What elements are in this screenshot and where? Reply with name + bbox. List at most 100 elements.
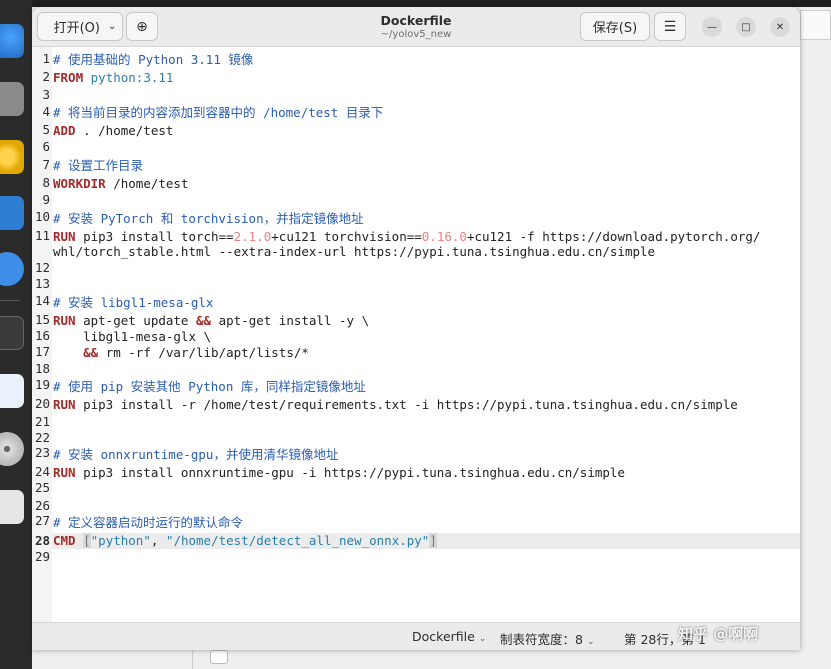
line-number: 15: [34, 312, 50, 327]
code-line: # 将当前目录的内容添加到容器中的 /home/test 目录下: [53, 105, 384, 120]
tab-width-selector[interactable]: 制表符宽度：8 ⌄: [500, 629, 595, 648]
line-number: 9: [42, 192, 50, 207]
open-button[interactable]: 打开(O) ⌄: [37, 12, 123, 41]
operator: &&: [83, 345, 99, 360]
line-number: 13: [34, 276, 50, 291]
line-number: 20: [34, 396, 50, 411]
trash-icon[interactable]: [0, 490, 24, 524]
base-image: python:3.11: [90, 70, 174, 85]
code-line: RUN pip3 install onnxruntime-gpu -i http…: [53, 465, 625, 481]
code-text: +cu121 torchvision==: [271, 229, 422, 244]
line-number: 6: [42, 139, 50, 154]
dock-separator: [0, 300, 20, 301]
new-tab-button[interactable]: ⊕: [126, 12, 158, 41]
keyword: ADD: [53, 123, 76, 138]
line-number: 27: [34, 513, 50, 528]
code-line: # 设置工作目录: [53, 158, 144, 173]
line-number: 11: [34, 228, 50, 243]
line-number: 5: [42, 122, 50, 137]
language-selector[interactable]: Dockerfile ⌄: [412, 629, 486, 644]
chevron-down-icon: ⌄: [586, 637, 595, 647]
code-line: RUN apt-get update && apt-get install -y…: [53, 313, 369, 329]
code-text: pip3 install onnxruntime-gpu -i https://…: [75, 465, 625, 480]
disc-icon[interactable]: [0, 432, 24, 466]
top-bar: [0, 0, 831, 7]
line-number: 25: [34, 480, 50, 495]
code-line-wrapped: whl/torch_stable.html --extra-index-url …: [53, 244, 656, 259]
line-number: 7: [42, 157, 50, 172]
code-line: # 使用基础的 Python 3.11 镜像: [53, 52, 254, 67]
code-text: . /home/test: [75, 123, 174, 138]
dock: [0, 0, 32, 669]
line-number: 3: [42, 87, 50, 102]
bracket-match: ]: [429, 533, 437, 548]
tab-width-label: 制表符宽度：8: [500, 632, 583, 647]
terminal-icon[interactable]: [0, 316, 24, 350]
code-line: # 定义容器启动时运行的默认命令: [53, 515, 244, 530]
writer-icon[interactable]: [0, 196, 24, 230]
background-checkbox: [210, 650, 228, 664]
line-number: 26: [34, 498, 50, 513]
keyword: CMD: [53, 533, 76, 548]
string-literal: "python": [90, 533, 151, 548]
maximize-icon: □: [741, 21, 751, 33]
rhythmbox-icon[interactable]: [0, 140, 24, 174]
close-icon: ✕: [775, 21, 785, 33]
minimize-button[interactable]: —: [702, 17, 722, 37]
window-title: Dockerfile: [380, 13, 452, 28]
minimize-icon: —: [707, 21, 717, 33]
code-line: # 安装 PyTorch 和 torchvision，并指定镜像地址: [53, 211, 364, 226]
window-subtitle: ~/yolov5_new: [380, 29, 452, 40]
code-line: RUN pip3 install -r /home/test/requireme…: [53, 397, 738, 413]
line-number: 19: [34, 377, 50, 392]
code-text: ,: [150, 533, 166, 548]
code-line: # 安装 libgl1-mesa-glx: [53, 295, 214, 310]
keyword: RUN: [53, 465, 76, 480]
thunderbird-icon[interactable]: [0, 24, 24, 58]
line-number: 12: [34, 260, 50, 275]
line-number: 14: [34, 293, 50, 308]
language-label: Dockerfile: [412, 629, 475, 644]
code-line: # 使用 pip 安装其他 Python 库，同样指定镜像地址: [53, 379, 366, 394]
text-editor-icon[interactable]: [0, 374, 24, 408]
code-text: pip3 install torch==: [75, 229, 234, 244]
keyword: FROM: [53, 70, 84, 85]
open-button-label: 打开(O): [53, 21, 100, 36]
line-number: 8: [42, 175, 50, 190]
line-number: 21: [34, 414, 50, 429]
help-icon[interactable]: [0, 252, 24, 286]
header-bar: 打开(O) ⌄ ⊕ Dockerfile ~/yolov5_new 保存(S) …: [32, 7, 800, 47]
files-icon[interactable]: [0, 82, 24, 116]
code-line: ADD . /home/test: [53, 123, 173, 139]
code-text: /home/test: [105, 176, 189, 191]
menu-button[interactable]: ☰: [654, 12, 686, 41]
line-number-current: 28: [34, 533, 50, 548]
code-text: pip3 install -r /home/test/requirements.…: [75, 397, 738, 412]
bracket-match: [: [83, 533, 91, 548]
line-number: 24: [34, 464, 50, 479]
code-editor[interactable]: 1 2 3 4 5 6 7 8 9 10 11 12 13 14 15 16 1…: [32, 47, 800, 622]
chevron-down-icon: ⌄: [108, 21, 117, 32]
maximize-button[interactable]: □: [736, 17, 756, 37]
line-number: 10: [34, 209, 50, 224]
close-button[interactable]: ✕: [770, 17, 790, 37]
line-number: 4: [42, 104, 50, 119]
watermark: 知乎 @啊啊: [678, 625, 759, 643]
code-text: +cu121 -f https://download.pytorch.org/: [466, 229, 761, 244]
string-literal: "/home/test/detect_all_new_onnx.py": [165, 533, 430, 548]
code-line: && rm -rf /var/lib/apt/lists/*: [53, 345, 309, 361]
text-editor-window: 打开(O) ⌄ ⊕ Dockerfile ~/yolov5_new 保存(S) …: [32, 7, 800, 650]
code-text: apt-get install -y \: [211, 313, 370, 328]
version-number: 2.1.0: [233, 229, 272, 244]
version-number: 0.16.0: [421, 229, 467, 244]
code-line-current: CMD ["python", "/home/test/detect_all_ne…: [53, 533, 437, 549]
keyword: WORKDIR: [53, 176, 106, 191]
keyword: RUN: [53, 229, 76, 244]
code-line: # 安装 onnxruntime-gpu，并使用清华镜像地址: [53, 447, 339, 462]
line-number: 29: [34, 549, 50, 564]
code-line: FROM python:3.11: [53, 70, 173, 86]
keyword: RUN: [53, 397, 76, 412]
operator: &&: [196, 313, 212, 328]
save-button[interactable]: 保存(S): [580, 12, 650, 41]
